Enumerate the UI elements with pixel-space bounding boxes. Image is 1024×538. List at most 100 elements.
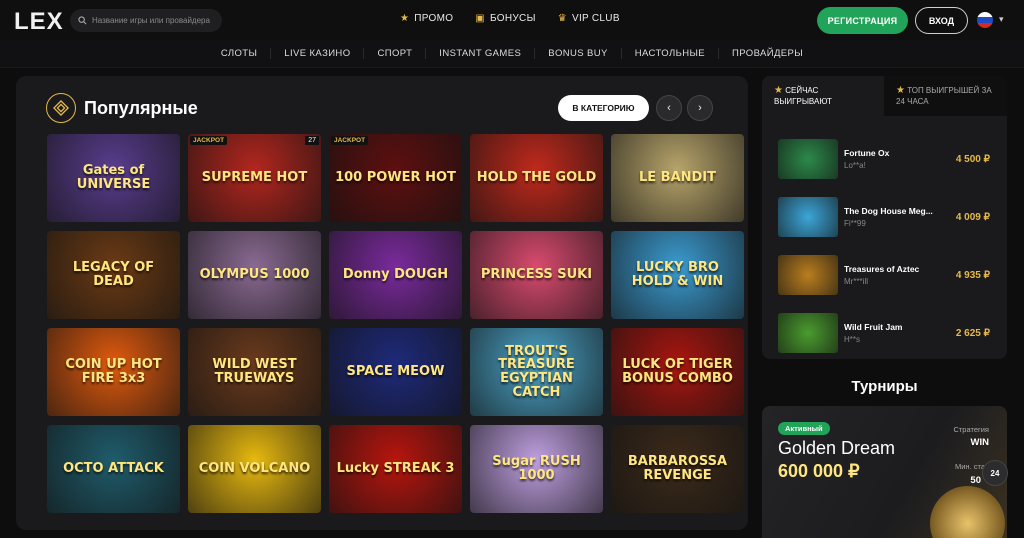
winner-amount: 4 500 ₽	[955, 153, 990, 165]
game-title: SUPREME HOT	[201, 170, 308, 186]
game-title: OCTO ATTACK	[63, 461, 164, 477]
nav-promo[interactable]: ★ ПРОМО	[400, 13, 453, 24]
popular-icon	[46, 93, 76, 123]
winner-amount: 4 935 ₽	[955, 269, 990, 281]
winner-meta: The Dog House Meg... Fi**99	[844, 206, 956, 228]
star-icon: ★	[774, 85, 783, 96]
popular-panel: Популярные В КАТЕГОРИЮ ‹ › Gates of UNIV…	[16, 76, 748, 530]
category-sport[interactable]: СПОРТ	[363, 48, 425, 59]
logo[interactable]: LEX	[14, 8, 64, 36]
game-tile[interactable]: LE BANDIT	[611, 134, 744, 222]
game-title: Donny DOUGH	[342, 267, 449, 283]
game-tile[interactable]: LEGACY OF DEAD	[47, 231, 180, 319]
game-tile[interactable]: OCTO ATTACK	[47, 425, 180, 513]
winner-row[interactable]: Treasures of Aztec Mr***ill 4 935 ₽	[778, 246, 990, 304]
tab-top-wins[interactable]: ★ ТОП ВЫИГРЫШЕЙ ЗА 24 ЧАСА	[884, 76, 1007, 116]
winners-panel: ★ СЕЙЧАС ВЫИГРЫВАЮТ ★ ТОП ВЫИГРЫШЕЙ ЗА 2…	[762, 76, 1007, 359]
game-title: SPACE MEOW	[346, 364, 445, 380]
search-input[interactable]	[92, 16, 222, 25]
game-title: Lucky STREAK 3	[336, 461, 455, 477]
winner-amount: 2 625 ₽	[955, 327, 990, 339]
game-tile[interactable]: TROUT'S TREASURE EGYPTIAN CATCH	[470, 328, 603, 416]
category-providers[interactable]: ПРОВАЙДЕРЫ	[718, 48, 816, 59]
crown-icon: ♛	[557, 13, 567, 24]
winner-user: H**s	[844, 335, 861, 344]
top-nav: ★ ПРОМО ▣ БОНУСЫ ♛ VIP CLUB	[400, 13, 620, 24]
winner-meta: Fortune Ox Lo**a!	[844, 148, 956, 170]
login-button[interactable]: ВХОД	[915, 7, 968, 34]
strategy-label: Стратегия	[953, 425, 989, 434]
game-title: BARBAROSSA REVENGE	[627, 454, 728, 483]
game-tile[interactable]: Sugar RUSH 1000	[470, 425, 603, 513]
game-title: LUCKY BRO HOLD & WIN	[631, 260, 724, 289]
game-tile[interactable]: HOLD THE GOLD	[470, 134, 603, 222]
category-live-casino[interactable]: LIVE КАЗИНО	[270, 48, 363, 59]
register-button[interactable]: РЕГИСТРАЦИЯ	[817, 7, 908, 34]
winners-list: Fortune Ox Lo**a! 4 500 ₽ The Dog House Meg…	[778, 130, 990, 359]
min-bet-value: 50	[970, 475, 981, 486]
jackpot-badge: JACKPOT	[331, 136, 369, 145]
game-tile[interactable]: LUCKY BRO HOLD & WIN	[611, 231, 744, 319]
game-title: COIN VOLCANO	[198, 461, 311, 477]
page-title: Популярные	[84, 98, 198, 118]
game-tile[interactable]: Gates of UNIVERSE	[47, 134, 180, 222]
winner-row[interactable]: Wild Fruit Jam H**s 2 625 ₽	[778, 304, 990, 359]
strategy-value: WIN	[970, 437, 989, 448]
count-badge: 27	[305, 136, 319, 145]
support-24-icon[interactable]: 24	[982, 460, 1008, 486]
gift-icon: ▣	[475, 13, 486, 24]
game-tile[interactable]: PRINCESS SUKI	[470, 231, 603, 319]
game-title: PRINCESS SUKI	[480, 267, 593, 283]
winner-game: Fortune Ox	[844, 148, 890, 158]
chevron-left-icon[interactable]: ‹	[656, 95, 682, 121]
chevron-down-icon[interactable]: ▾	[999, 14, 1004, 25]
jackpot-badge: JACKPOT	[190, 136, 228, 145]
game-tile[interactable]: COIN VOLCANO	[188, 425, 321, 513]
game-tile[interactable]: LUCK OF TIGER BONUS COMBO	[611, 328, 744, 416]
winner-amount: 4 009 ₽	[955, 211, 990, 223]
winner-row[interactable]: Fortune Ox Lo**a! 4 500 ₽	[778, 130, 990, 188]
top-bar: LEX ★ПРОМО ▣БОНУСЫ ♛VIP CLUB РЕГИСТРАЦИЯ…	[0, 0, 1024, 40]
to-category-button[interactable]: В КАТЕГОРИЮ	[558, 95, 649, 121]
category-bonus-buy[interactable]: BONUS BUY	[534, 48, 621, 59]
status-badge: Активный	[778, 422, 830, 435]
tournament-prize: 600 000 ₽	[778, 461, 860, 481]
games-grid: Gates of UNIVERSE JACKPOT 27 SUPREME HOT JAC…	[47, 134, 744, 513]
winner-row[interactable]: The Dog House Meg... Fi**99 4 009 ₽	[778, 188, 990, 246]
game-thumbnail	[778, 197, 838, 237]
game-title: TROUT'S TREASURE EGYPTIAN CATCH	[498, 343, 575, 400]
tab-now-winning[interactable]: ★ СЕЙЧАС ВЫИГРЫВАЮТ	[762, 76, 884, 116]
game-tile[interactable]: JACKPOT 100 POWER HOT	[329, 134, 462, 222]
tournament-card[interactable]: Активный Golden Dream 600 000 ₽ Стратеги…	[762, 406, 1007, 538]
nav-bonuses[interactable]: ▣ БОНУСЫ	[475, 13, 535, 24]
game-title: WILD WEST TRUEWAYS	[212, 357, 297, 386]
winner-game: The Dog House Meg...	[844, 206, 933, 216]
game-tile[interactable]: OLYMPUS 1000	[188, 231, 321, 319]
search-box[interactable]	[70, 9, 222, 32]
game-title: Gates of UNIVERSE	[76, 163, 151, 192]
game-tile[interactable]: Lucky STREAK 3	[329, 425, 462, 513]
game-tile[interactable]: Donny DOUGH	[329, 231, 462, 319]
star-icon: ★	[896, 85, 905, 96]
game-tile[interactable]: BARBAROSSA REVENGE	[611, 425, 744, 513]
game-tile[interactable]: COIN UP HOT FIRE 3x3	[47, 328, 180, 416]
game-title: LUCK OF TIGER BONUS COMBO	[622, 357, 733, 386]
russian-flag-icon[interactable]	[977, 12, 993, 28]
chevron-right-icon[interactable]: ›	[687, 95, 713, 121]
game-title: COIN UP HOT FIRE 3x3	[65, 357, 162, 386]
game-title: 100 POWER HOT	[335, 170, 456, 186]
winner-game: Wild Fruit Jam	[844, 322, 903, 332]
winner-user: Mr***ill	[844, 277, 868, 286]
game-tile[interactable]: WILD WEST TRUEWAYS	[188, 328, 321, 416]
game-thumbnail	[778, 255, 838, 295]
game-tile[interactable]: JACKPOT 27 SUPREME HOT	[188, 134, 321, 222]
game-title: Sugar RUSH 1000	[492, 454, 581, 483]
nav-vip-club[interactable]: ♛ VIP CLUB	[558, 13, 620, 24]
category-table-games[interactable]: НАСТОЛЬНЫЕ	[620, 48, 718, 59]
category-instant-games[interactable]: INSTANT GAMES	[425, 48, 534, 59]
game-thumbnail	[778, 313, 838, 353]
star-icon: ★	[400, 13, 410, 24]
game-tile[interactable]: SPACE MEOW	[329, 328, 462, 416]
tournament-image	[930, 486, 1005, 538]
category-slots[interactable]: СЛОТЫ	[208, 48, 270, 59]
